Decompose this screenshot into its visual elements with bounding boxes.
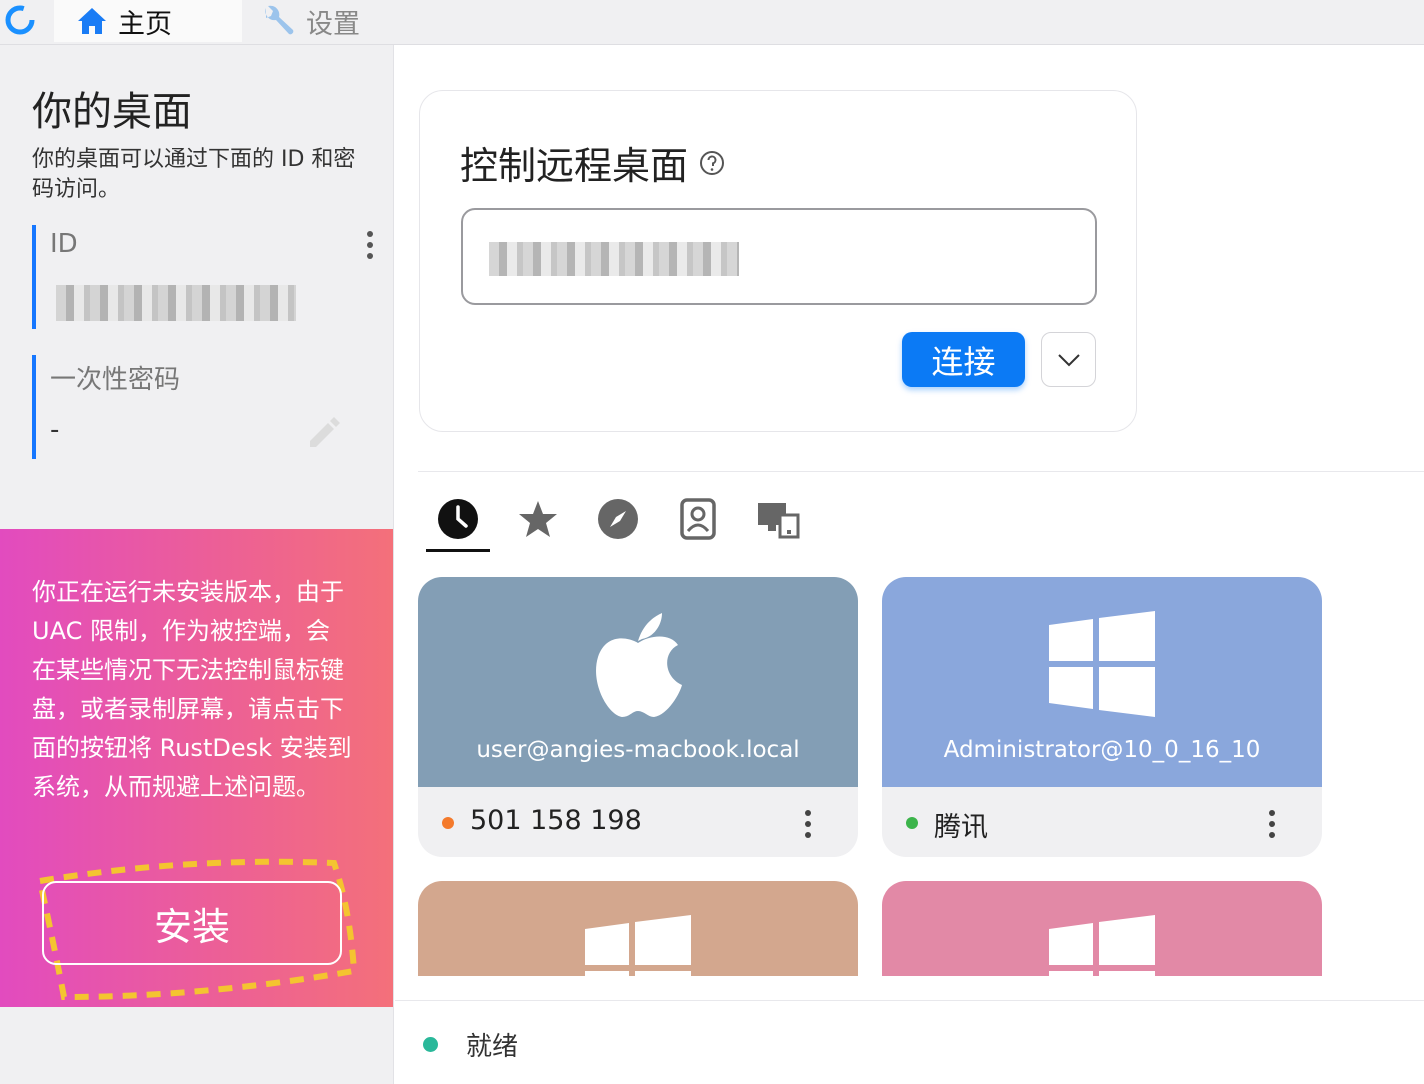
connect-button[interactable]: 连接 (902, 332, 1025, 387)
address-book-icon (680, 498, 716, 540)
remote-id-input[interactable] (461, 208, 1097, 305)
id-field: ID (32, 225, 380, 329)
windows-icon (585, 915, 691, 976)
peer-status-dot (906, 817, 918, 829)
status-indicator-dot (423, 1037, 438, 1052)
tab-settings[interactable]: 设置 (260, 0, 420, 42)
your-desktop-title: 你的桌面 (32, 89, 192, 135)
peer-username: Administrator@10_0_16_10 (943, 737, 1261, 763)
left-panel: 你的桌面 你的桌面可以通过下面的 ID 和密码访问。 ID 一次性密码 - 你正… (0, 45, 394, 1084)
peer-card[interactable]: Administrator@10_0_16_10 腾讯 (882, 577, 1322, 857)
status-text: 就绪 (466, 1032, 519, 1062)
section-divider (418, 471, 1424, 472)
more-vert-icon[interactable] (802, 809, 814, 839)
group-icon (758, 503, 800, 539)
chevron-down-icon (1057, 353, 1080, 366)
password-label: 一次性密码 (50, 365, 181, 395)
password-value: - (50, 415, 60, 445)
windows-icon (1049, 611, 1155, 717)
address-book-tab[interactable] (676, 497, 720, 541)
more-vert-icon[interactable] (360, 229, 380, 261)
id-label: ID (50, 229, 78, 259)
active-tab-indicator (426, 549, 490, 552)
peer-card[interactable] (882, 881, 1322, 976)
peer-name: 501 158 198 (470, 805, 642, 836)
tab-home-label: 主页 (118, 8, 172, 40)
home-icon (78, 8, 106, 34)
control-remote-desktop-card: 控制远程桌面 连接 (419, 90, 1137, 432)
status-divider (395, 1000, 1424, 1001)
remote-id-value-redacted (489, 242, 739, 276)
edit-pencil-icon[interactable] (304, 411, 344, 451)
discovered-tab[interactable] (596, 497, 640, 541)
peer-username: user@angies-macbook.local (476, 737, 800, 763)
tab-home[interactable]: 主页 (54, 0, 242, 42)
tab-settings-label: 设置 (306, 8, 360, 40)
install-warning-banner: 你正在运行未安装版本，由于 UAC 限制，作为被控端，会在某些情况下无法控制鼠标… (0, 529, 393, 1007)
connect-options-button[interactable] (1041, 332, 1096, 387)
your-desktop-description: 你的桌面可以通过下面的 ID 和密码访问。 (32, 147, 356, 202)
peer-card[interactable]: user@angies-macbook.local 501 158 198 (418, 577, 858, 857)
install-warning-text: 你正在运行未安装版本，由于 UAC 限制，作为被控端，会在某些情况下无法控制鼠标… (32, 578, 352, 801)
discovered-icon (598, 499, 638, 539)
more-vert-icon[interactable] (1266, 809, 1278, 839)
one-time-password-field: 一次性密码 - (32, 355, 380, 459)
apple-icon (596, 613, 682, 717)
peer-name: 腾讯 (934, 812, 988, 843)
favorites-tab[interactable] (516, 497, 560, 541)
peer-card[interactable] (418, 881, 858, 976)
recent-icon (438, 499, 478, 539)
wrench-icon (265, 5, 294, 35)
control-remote-desktop-heading: 控制远程桌面 (460, 135, 726, 190)
control-remote-desktop-title: 控制远程桌面 (460, 144, 689, 188)
group-tab[interactable] (756, 497, 800, 541)
rustdesk-logo-icon (5, 5, 35, 35)
install-button[interactable]: 安装 (42, 881, 342, 965)
title-bar: 主页 设置 (0, 0, 1424, 45)
id-value-redacted[interactable] (56, 285, 296, 321)
help-icon[interactable] (698, 149, 726, 177)
favorites-icon (519, 501, 557, 537)
recent-sessions-tab[interactable] (436, 497, 480, 541)
peer-status-dot (442, 817, 454, 829)
windows-icon (1049, 915, 1155, 976)
